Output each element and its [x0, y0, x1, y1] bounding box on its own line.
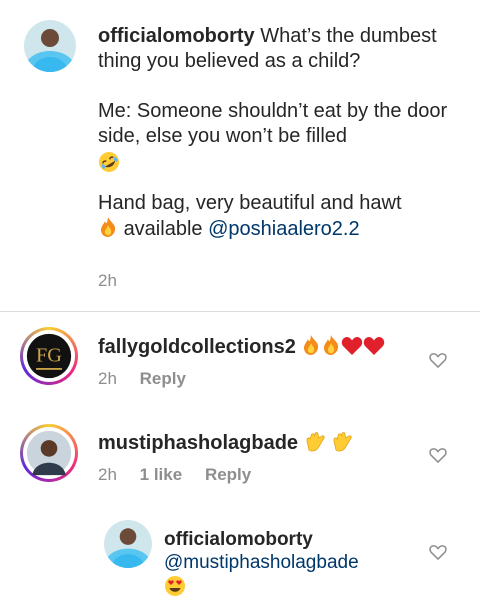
- likes-count[interactable]: 1 like: [140, 465, 183, 484]
- reply-button[interactable]: Reply: [205, 465, 251, 484]
- caption-mention-link[interactable]: @poshiaalero2.2: [208, 218, 360, 240]
- caption-block: officialomoborty What’s the dumbest thin…: [0, 0, 480, 312]
- comment-username[interactable]: fallygoldcollections2: [98, 336, 296, 358]
- comment-time: 2h: [98, 369, 117, 388]
- fire-emoji: [101, 217, 116, 237]
- red-heart-emoji: [342, 337, 363, 355]
- caption-para2: Me: Someone shouldn’t eat by the door si…: [98, 100, 448, 147]
- reply-mention-link[interactable]: @mustiphasholagbade: [164, 551, 424, 574]
- like-heart-icon[interactable]: [428, 542, 448, 562]
- heart-eyes-emoji: [165, 576, 185, 596]
- clapping-hands-emoji: [306, 432, 325, 452]
- reply-button[interactable]: Reply: [140, 369, 186, 388]
- caption-meta: 2h: [98, 271, 135, 291]
- reply-avatar-officialomoborty[interactable]: [104, 520, 152, 568]
- comment-avatar-mustiphasholagbade[interactable]: [20, 424, 78, 482]
- caption-avatar[interactable]: [24, 20, 76, 72]
- svg-text:FG: FG: [36, 345, 62, 367]
- like-heart-icon[interactable]: [428, 350, 448, 370]
- comment-avatar-fallygold[interactable]: FG: [20, 327, 78, 385]
- red-heart-emoji: [364, 337, 385, 355]
- caption-time: 2h: [98, 271, 117, 290]
- divider: [0, 311, 480, 312]
- comment-username[interactable]: mustiphasholagbade: [98, 432, 298, 454]
- fire-emoji: [324, 335, 339, 355]
- caption-para3-a: Hand bag, very beautiful and hawt: [98, 192, 402, 214]
- comment-time: 2h: [98, 465, 117, 484]
- caption-username[interactable]: officialomoborty: [98, 25, 255, 47]
- rofl-emoji: [99, 152, 119, 172]
- caption-para3-b: available: [123, 218, 203, 240]
- like-heart-icon[interactable]: [428, 445, 448, 465]
- fire-emoji: [304, 335, 319, 355]
- reply-username[interactable]: officialomoborty: [164, 528, 424, 551]
- clapping-hands-emoji: [333, 432, 352, 452]
- caption-text: officialomoborty What’s the dumbest thin…: [98, 24, 458, 242]
